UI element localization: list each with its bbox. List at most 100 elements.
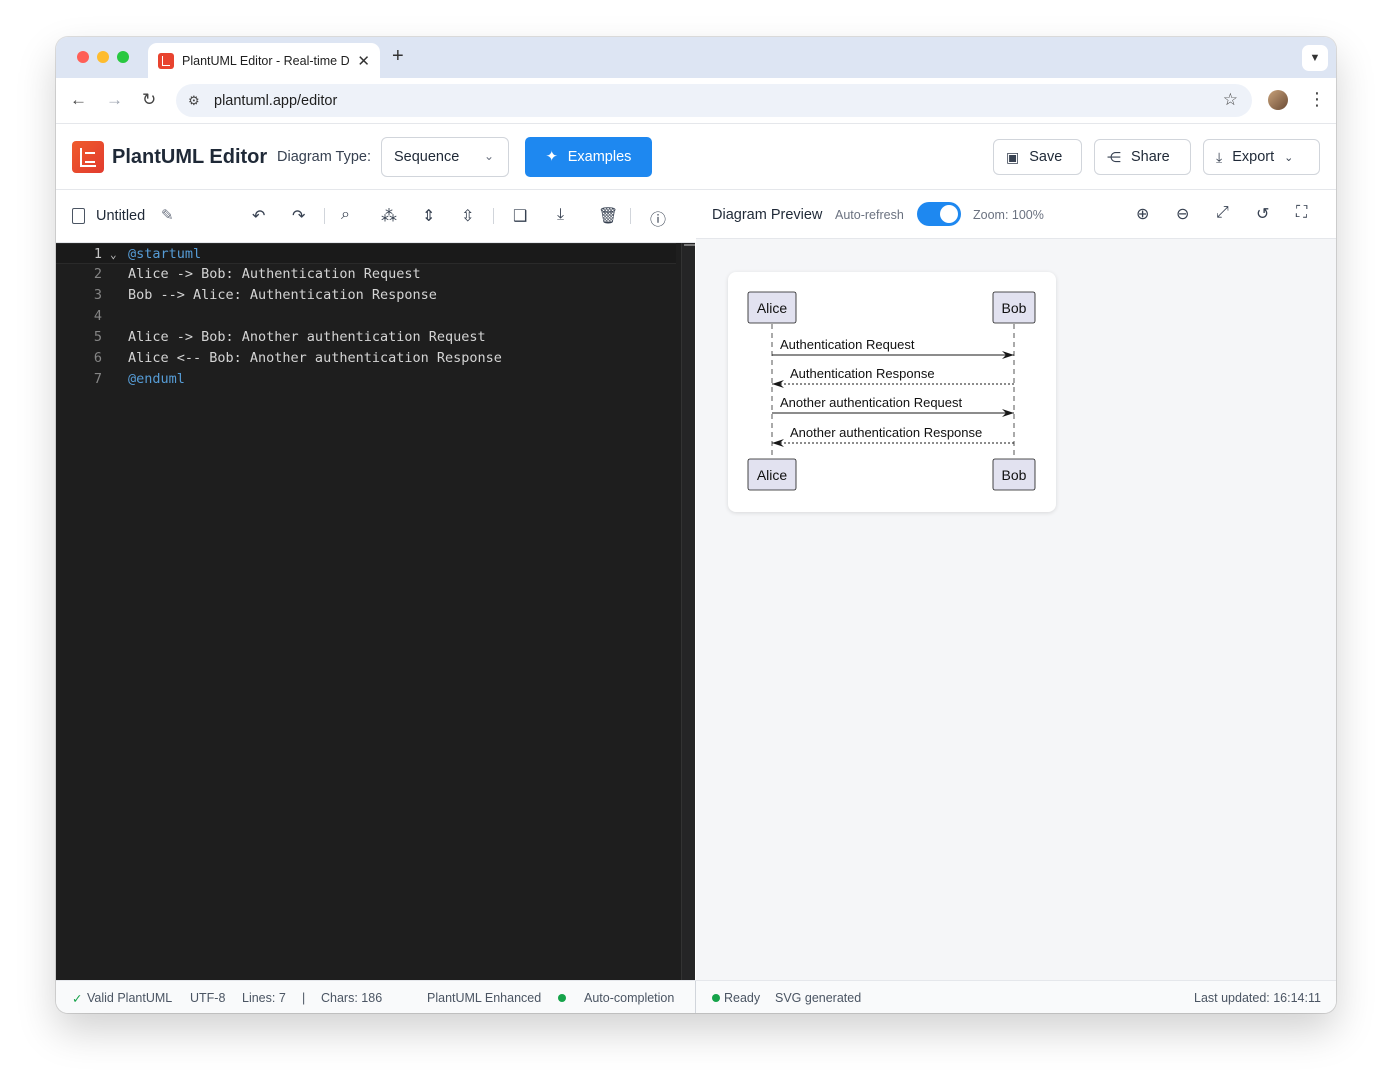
diagram-type-label: Diagram Type: xyxy=(277,149,372,165)
zoom-out-icon[interactable]: ⊖ xyxy=(1176,204,1189,224)
fold-chevron-icon[interactable]: ⌄ xyxy=(110,244,117,265)
arrowhead xyxy=(772,380,784,388)
browser-tab[interactable]: PlantUML Editor - Real-time D ✕ xyxy=(148,43,380,78)
editor-scrollbar[interactable] xyxy=(681,243,695,980)
code-line[interactable]: 1 ⌄ @startuml xyxy=(56,243,676,264)
examples-label: Examples xyxy=(567,149,632,165)
code-text: @startuml xyxy=(128,246,202,262)
url-field[interactable]: ⚙ plantuml.app/editor ☆ xyxy=(176,84,1252,117)
check-circle-icon: ✓ xyxy=(72,992,83,1006)
sequence-diagram: Alice Bob Alice Bob Authentication Request Au… xyxy=(747,291,1036,491)
participant-label: Bob xyxy=(1002,300,1027,316)
redo-icon[interactable]: ↷ xyxy=(292,206,305,226)
file-name[interactable]: Untitled xyxy=(96,208,145,224)
app-header: PlantUML Editor Diagram Type: Sequence ⌄… xyxy=(56,125,1336,190)
trash-icon[interactable]: 🗑 xyxy=(598,206,618,226)
code-text: @enduml xyxy=(128,371,185,387)
reset-icon[interactable]: ↺ xyxy=(1256,204,1269,224)
app-title: PlantUML Editor xyxy=(112,146,268,168)
close-window-button[interactable] xyxy=(77,51,89,63)
plantuml-logo-icon xyxy=(72,141,104,173)
browser-window: PlantUML Editor - Real-time D ✕ + ▼ ← → … xyxy=(56,37,1336,1013)
maximize-window-button[interactable] xyxy=(117,51,129,63)
forward-arrow-icon[interactable]: → xyxy=(106,90,123,110)
line-number: 5 xyxy=(93,329,102,345)
editor-pane: Untitled ✎ ↶ ↷ ⌕ ⁂ ⇕ ⇳ ❑ ⤓ 🗑 ⓘ 1 ⌄ @startu… xyxy=(56,190,695,980)
book-icon[interactable]: ❑ xyxy=(513,206,527,226)
save-icon: ▣ xyxy=(1006,148,1020,165)
autocomplete-status: Auto-completion xyxy=(584,991,675,1005)
minimize-window-button[interactable] xyxy=(97,51,109,63)
site-settings-icon[interactable]: ⚙ xyxy=(188,93,204,109)
auto-refresh-toggle[interactable] xyxy=(917,202,961,226)
code-text: Alice -> Bob: Authentication Request xyxy=(128,266,421,282)
close-tab-icon[interactable]: ✕ xyxy=(357,52,370,70)
collapse-icon[interactable]: ⇕ xyxy=(422,206,435,226)
browser-menu-icon[interactable]: ⋮ xyxy=(1308,89,1326,110)
ready-status: Ready xyxy=(724,991,761,1005)
rename-pencil-icon[interactable]: ✎ xyxy=(161,206,174,224)
code-line[interactable]: 4 xyxy=(56,306,676,327)
preview-title: Diagram Preview xyxy=(712,207,823,223)
sparkles-icon: ✦ xyxy=(545,149,558,165)
diagram-type-value: Sequence xyxy=(394,149,460,165)
participant-label: Bob xyxy=(1002,467,1027,483)
code-editor[interactable]: 1 ⌄ @startuml 2 Alice -> Bob: Authentication… xyxy=(56,243,695,980)
editor-toolbar: Untitled ✎ ↶ ↷ ⌕ ⁂ ⇕ ⇳ ❑ ⤓ 🗑 ⓘ xyxy=(56,190,695,243)
url-text: plantuml.app/editor xyxy=(214,92,338,109)
message-label: Authentication Request xyxy=(780,337,915,352)
plantuml-favicon-icon xyxy=(158,52,174,69)
undo-icon[interactable]: ↶ xyxy=(252,206,265,226)
code-text: Alice -> Bob: Another authentication Req… xyxy=(128,329,486,345)
export-label: Export xyxy=(1232,149,1275,165)
message-label: Another authentication Request xyxy=(780,395,963,410)
chevron-down-icon: ⌄ xyxy=(483,149,494,163)
ready-status-dot xyxy=(712,994,720,1002)
share-label: Share xyxy=(1131,149,1170,165)
examples-button[interactable]: ✦ Examples xyxy=(525,137,652,177)
fit-to-screen-icon[interactable]: ⤢ xyxy=(1216,204,1229,222)
diagram-card: Alice Bob Alice Bob Authentication Request Au… xyxy=(728,272,1056,512)
download-icon[interactable]: ⤓ xyxy=(557,206,564,224)
participant-label: Alice xyxy=(757,467,788,483)
message-label: Another authentication Response xyxy=(790,425,982,440)
arrowhead xyxy=(772,439,784,447)
profile-avatar[interactable] xyxy=(1268,90,1288,110)
chevron-down-icon: ⌄ xyxy=(1284,151,1294,164)
code-line[interactable]: 7 @enduml xyxy=(56,369,676,390)
message-label: Authentication Response xyxy=(790,366,935,381)
auto-refresh-label: Auto-refresh xyxy=(835,208,904,222)
regex-replace-icon[interactable]: ⁂ xyxy=(381,206,397,226)
line-number: 3 xyxy=(93,287,102,303)
line-number: 7 xyxy=(93,371,102,387)
valid-status: Valid PlantUML xyxy=(87,991,173,1005)
autocomplete-status-dot xyxy=(558,994,566,1002)
zoom-level: Zoom: 100% xyxy=(973,208,1044,222)
save-button[interactable]: ▣ Save xyxy=(993,139,1082,175)
code-line[interactable]: 3 Bob --> Alice: Authentication Response xyxy=(56,285,676,306)
document-icon xyxy=(72,208,85,224)
code-line[interactable]: 6 Alice <-- Bob: Another authentication R… xyxy=(56,348,676,369)
tab-search-chevron-icon[interactable]: ▼ xyxy=(1302,45,1328,71)
tab-strip: PlantUML Editor - Real-time D ✕ + ▼ xyxy=(56,37,1336,78)
line-count: Lines: 7 xyxy=(242,991,286,1005)
search-icon[interactable]: ⌕ xyxy=(341,206,350,224)
fullscreen-icon[interactable]: ⛶ xyxy=(1296,204,1307,222)
help-icon[interactable]: ⓘ xyxy=(650,206,666,230)
status-divider xyxy=(695,981,696,1013)
bookmark-star-icon[interactable]: ☆ xyxy=(1223,90,1238,110)
language-mode: PlantUML Enhanced xyxy=(427,991,542,1005)
line-number: 4 xyxy=(93,308,102,324)
diagram-type-select[interactable]: Sequence ⌄ xyxy=(381,137,509,177)
export-button[interactable]: ⤓ Export ⌄ xyxy=(1203,139,1320,175)
download-icon: ⤓ xyxy=(1216,148,1223,165)
back-arrow-icon[interactable]: ← xyxy=(70,90,87,110)
expand-icon[interactable]: ⇳ xyxy=(461,206,474,226)
preview-toolbar: Diagram Preview Auto-refresh Zoom: 100% … xyxy=(696,190,1336,239)
share-button[interactable]: ⋲ Share xyxy=(1094,139,1191,175)
zoom-in-icon[interactable]: ⊕ xyxy=(1136,204,1149,224)
code-line[interactable]: 2 Alice -> Bob: Authentication Request xyxy=(56,264,676,285)
new-tab-button[interactable]: + xyxy=(392,45,404,68)
reload-icon[interactable]: ↻ xyxy=(142,90,156,110)
code-line[interactable]: 5 Alice -> Bob: Another authentication Re… xyxy=(56,327,676,348)
